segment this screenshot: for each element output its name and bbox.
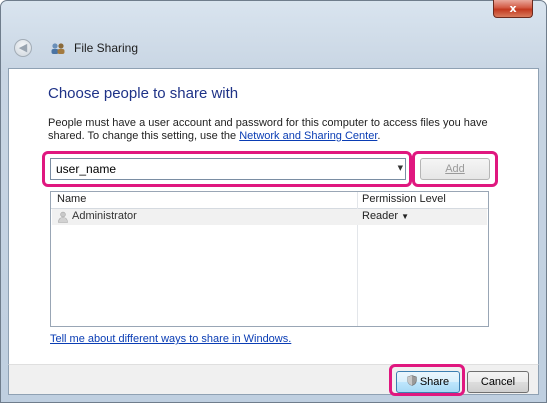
list-header: Name Permission Level — [51, 192, 488, 209]
column-header-name[interactable]: Name — [57, 193, 86, 205]
uac-shield-icon — [407, 375, 417, 386]
permissions-list: Name Permission Level Administrator Read… — [50, 191, 489, 327]
close-button[interactable]: x — [493, 0, 533, 18]
chevron-down-icon: ▼ — [401, 212, 409, 221]
list-row[interactable]: Administrator Reader ▼ — [52, 209, 487, 225]
row-permission-value: Reader — [362, 210, 399, 222]
share-button[interactable]: Share — [396, 371, 460, 393]
user-name-combobox[interactable]: user_name ▼ — [50, 158, 406, 180]
back-arrow-icon: ◀ — [18, 41, 28, 54]
network-sharing-center-link[interactable]: Network and Sharing Center — [239, 130, 377, 142]
share-button-label: Share — [419, 376, 450, 388]
cancel-button[interactable]: Cancel — [467, 371, 529, 393]
page-heading: Choose people to share with — [48, 85, 239, 102]
add-button-label: Add — [445, 163, 465, 175]
chevron-down-icon[interactable]: ▼ — [398, 164, 403, 172]
back-button[interactable]: ◀ — [14, 39, 32, 57]
row-user-name: Administrator — [72, 210, 137, 222]
row-permission-dropdown[interactable]: Reader ▼ — [362, 210, 409, 222]
file-sharing-icon — [51, 43, 65, 54]
close-icon: x — [509, 2, 517, 15]
column-header-permission[interactable]: Permission Level — [362, 193, 446, 205]
user-icon — [58, 211, 68, 223]
user-name-value: user_name — [56, 162, 117, 176]
window-title: File Sharing — [74, 41, 139, 55]
add-button[interactable]: Add — [420, 158, 490, 180]
sharing-help-link[interactable]: Tell me about different ways to share in… — [50, 333, 291, 345]
description-text: People must have a user account and pass… — [48, 117, 518, 143]
cancel-button-label: Cancel — [480, 376, 516, 388]
description-after: . — [377, 130, 381, 142]
